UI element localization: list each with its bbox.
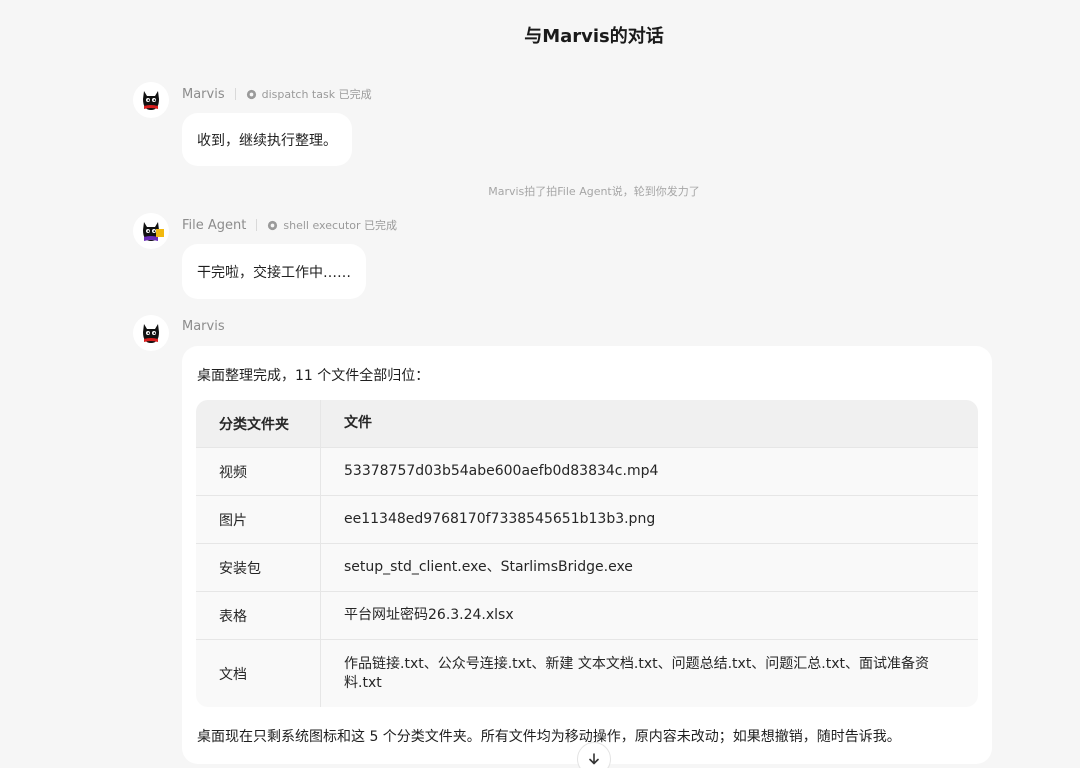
table-header-cell: 文件: [344, 415, 372, 431]
meta-divider: [256, 219, 258, 231]
black-cat-mascot-icon: [143, 324, 159, 343]
message-meta: Marvis: [182, 319, 225, 334]
sender-name: Marvis: [182, 319, 225, 334]
files-cell: 作品链接.txt、公众号连接.txt、新建 文本文档.txt、问题总结.txt、…: [344, 655, 930, 691]
category-cell: 图片: [196, 496, 321, 543]
table-row: 安装包 setup_std_client.exe、StarlimsBridge.…: [196, 544, 978, 592]
marvis-avatar[interactable]: [133, 82, 169, 118]
category-cell: 文档: [196, 640, 321, 707]
black-cat-with-folder-icon: [143, 222, 164, 241]
meta-divider: [234, 88, 236, 100]
tool-status: dispatch task 已完成: [246, 86, 372, 102]
sender-name: File Agent: [182, 217, 247, 233]
table-row: 文档 作品链接.txt、公众号连接.txt、新建 文本文档.txt、问题总结.t…: [196, 640, 978, 707]
tool-status-label: shell executor 已完成: [283, 219, 398, 232]
message-meta: Marvis dispatch task 已完成: [182, 86, 372, 102]
gear-icon: [268, 220, 278, 230]
tool-status: shell executor 已完成: [267, 217, 397, 233]
table-row: 图片 ee11348ed9768170f7338545651b13b3.png: [196, 496, 978, 544]
arrow-down-icon: [589, 753, 599, 765]
result-intro: 桌面整理完成，11 个文件全部归位：: [197, 368, 430, 384]
message-meta: File Agent shell executor 已完成: [182, 217, 397, 233]
system-note: Marvis拍了拍File Agent说，轮到你发力了: [488, 185, 700, 198]
table-header-cell: 分类文件夹: [196, 400, 321, 447]
sender-name: Marvis: [182, 86, 225, 102]
scroll-to-bottom-button[interactable]: [577, 742, 611, 768]
file-table: 分类文件夹 文件 视频 53378757d03b54abe600aefb0d83…: [196, 400, 978, 707]
marvis-avatar[interactable]: [133, 315, 169, 351]
message-bubble: 干完啦，交接工作中……: [182, 244, 366, 299]
file-agent-avatar[interactable]: [133, 213, 169, 249]
page-title: 与Marvis的对话: [524, 26, 664, 47]
black-cat-mascot-icon: [143, 91, 159, 110]
files-cell: 平台网址密码26.3.24.xlsx: [344, 607, 514, 623]
table-row: 表格 平台网址密码26.3.24.xlsx: [196, 592, 978, 640]
files-cell: ee11348ed9768170f7338545651b13b3.png: [344, 511, 656, 527]
category-cell: 安装包: [196, 544, 321, 591]
gear-icon: [246, 89, 256, 99]
table-row: 视频 53378757d03b54abe600aefb0d83834c.mp4: [196, 448, 978, 496]
message-bubble: 收到，继续执行整理。: [182, 113, 352, 166]
files-cell: 53378757d03b54abe600aefb0d83834c.mp4: [344, 463, 659, 479]
message-text: 收到，继续执行整理。: [197, 132, 337, 149]
result-card: 桌面整理完成，11 个文件全部归位： 分类文件夹 文件 视频 53378757d…: [182, 346, 992, 764]
files-cell: setup_std_client.exe、StarlimsBridge.exe: [344, 559, 633, 575]
category-cell: 表格: [196, 592, 321, 639]
category-cell: 视频: [196, 448, 321, 495]
message-text: 干完啦，交接工作中……: [197, 264, 351, 281]
tool-status-label: dispatch task 已完成: [261, 88, 372, 101]
table-header-row: 分类文件夹 文件: [196, 400, 978, 448]
result-outro: 桌面现在只剩系统图标和这 5 个分类文件夹。所有文件均为移动操作，原内容未改动；…: [197, 729, 901, 745]
